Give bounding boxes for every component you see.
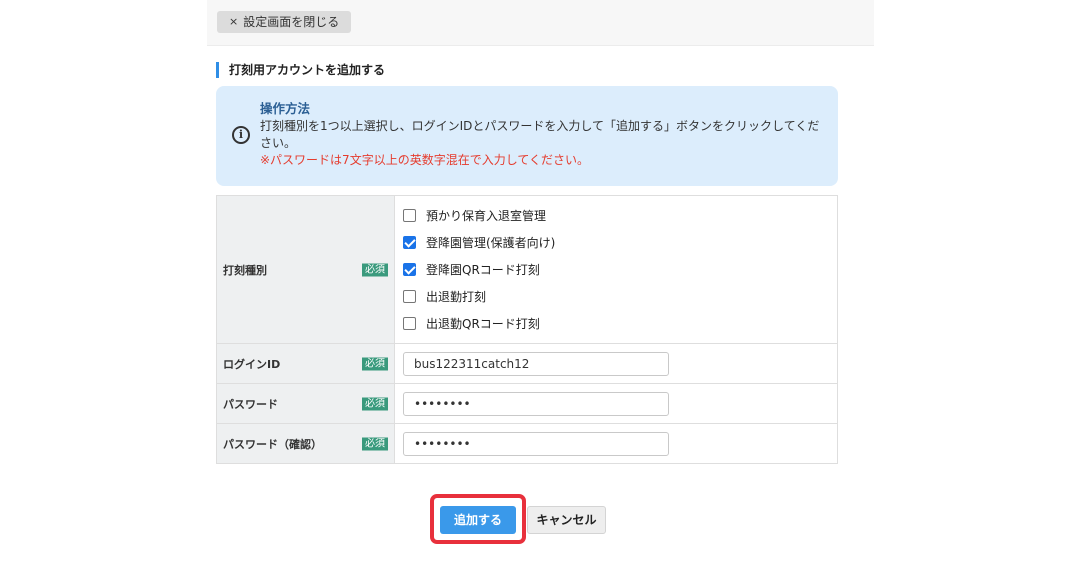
required-badge: 必須 — [362, 437, 388, 450]
instructions-heading: 操作方法 — [260, 101, 311, 116]
instructions-text: 操作方法 打刻種別を1つ以上選択し、ログインIDとパスワードを入力して「追加する… — [260, 100, 830, 169]
checkbox[interactable] — [403, 317, 416, 330]
type-checkbox-list: 預かり保育入退室管理 登降園管理(保護者向け) 登降園QRコード打刻 出退勤打刻出退勤… — [403, 196, 829, 343]
type-option-label: 登降園QRコード打刻 — [426, 263, 540, 277]
form-row-password-confirm: パスワード（確認） 必須 •••••••• — [216, 423, 838, 464]
type-option[interactable]: 出退勤QRコード打刻 — [403, 310, 829, 337]
close-settings-button[interactable]: × 設定画面を閉じる — [217, 11, 352, 33]
password-confirm-input[interactable]: •••••••• — [403, 431, 669, 456]
password-confirm-label-cell: パスワード（確認） 必須 — [216, 423, 395, 464]
password-confirm-label: パスワード（確認） — [223, 437, 322, 451]
password-confirm-input-cell: •••••••• — [394, 423, 838, 464]
password-label-cell: パスワード 必須 — [216, 383, 395, 424]
login-id-input[interactable]: bus122311catch12 — [403, 351, 669, 376]
form-row-login: ログインID 必須 bus122311catch12 — [216, 343, 838, 384]
account-form: 打刻種別 必須 預かり保育入退室管理 登降園管理(保護者向け) 登降園QRコード打刻… — [216, 195, 838, 464]
info-icon: i — [232, 126, 250, 144]
cancel-button[interactable]: キャンセル — [527, 506, 606, 534]
type-option[interactable]: 登降園管理(保護者向け) — [403, 229, 829, 256]
password-warning: ※パスワードは7文字以上の英数字混在で入力してください。 — [260, 153, 589, 167]
type-option[interactable]: 預かり保育入退室管理 — [403, 202, 829, 229]
required-badge: 必須 — [362, 397, 388, 410]
checkbox[interactable] — [403, 209, 416, 222]
login-label: ログインID — [223, 357, 281, 371]
type-option-label: 出退勤QRコード打刻 — [426, 317, 540, 331]
password-input-cell: •••••••• — [394, 383, 838, 424]
required-badge: 必須 — [362, 263, 388, 276]
type-options-cell: 預かり保育入退室管理 登降園管理(保護者向け) 登降園QRコード打刻 出退勤打刻出退勤… — [394, 195, 838, 344]
form-row-password: パスワード 必須 •••••••• — [216, 383, 838, 424]
login-input-cell: bus122311catch12 — [394, 343, 838, 384]
type-label: 打刻種別 — [223, 263, 267, 277]
checkbox[interactable] — [403, 236, 416, 249]
type-option[interactable]: 出退勤打刻 — [403, 283, 829, 310]
type-label-cell: 打刻種別 必須 — [216, 195, 395, 344]
type-option-label: 登降園管理(保護者向け) — [426, 236, 556, 250]
instructions-line: 打刻種別を1つ以上選択し、ログインIDとパスワードを入力して「追加する」ボタンを… — [260, 119, 820, 150]
close-icon: × — [229, 15, 239, 28]
close-settings-label: 設定画面を閉じる — [243, 15, 340, 29]
add-button[interactable]: 追加する — [440, 506, 516, 534]
type-option-label: 預かり保育入退室管理 — [426, 209, 547, 223]
checkbox[interactable] — [403, 263, 416, 276]
login-label-cell: ログインID 必須 — [216, 343, 395, 384]
form-row-type: 打刻種別 必須 預かり保育入退室管理 登降園管理(保護者向け) 登降園QRコード打刻… — [216, 195, 838, 344]
section-title: 打刻用アカウントを追加する — [216, 62, 385, 78]
required-badge: 必須 — [362, 357, 388, 370]
checkbox[interactable] — [403, 290, 416, 303]
password-input[interactable]: •••••••• — [403, 391, 669, 416]
password-label: パスワード — [223, 397, 278, 411]
topbar: × 設定画面を閉じる — [207, 0, 874, 46]
type-option[interactable]: 登降園QRコード打刻 — [403, 256, 829, 283]
instructions-box: i 操作方法 打刻種別を1つ以上選択し、ログインIDとパスワードを入力して「追加… — [216, 86, 838, 186]
type-option-label: 出退勤打刻 — [426, 290, 487, 304]
